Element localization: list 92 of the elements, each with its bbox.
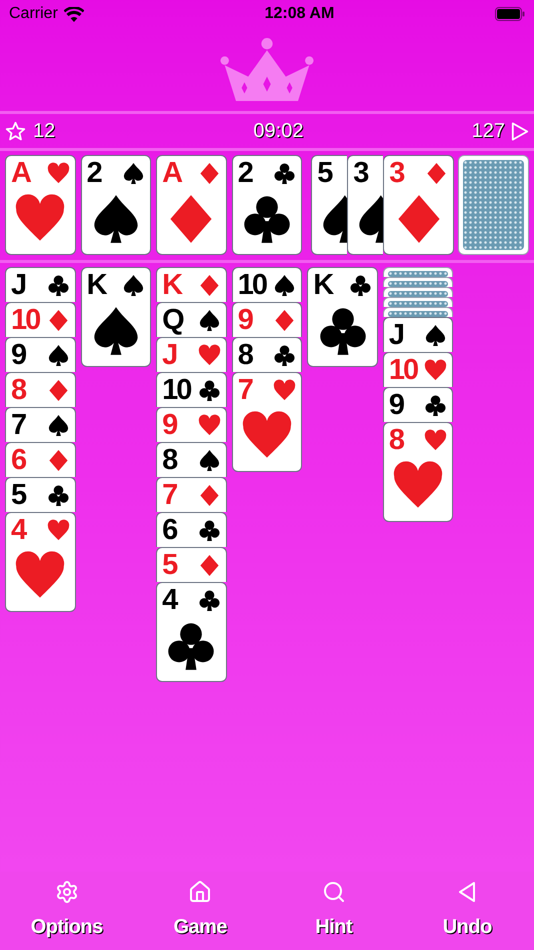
card-rank: 3 [389, 157, 404, 189]
playing-card[interactable]: 9 [232, 302, 302, 337]
playing-card[interactable]: 10 [156, 372, 227, 407]
card-rank: 7 [162, 479, 176, 511]
settings-icon [54, 880, 79, 904]
toolbar-button[interactable]: Hint [267, 872, 400, 950]
card-rank: 10 [388, 354, 418, 386]
playing-card[interactable]: 9 [156, 407, 227, 442]
playing-card[interactable]: 9 [5, 337, 76, 372]
card-rank: 3 [353, 157, 368, 189]
card-rank: 9 [238, 304, 252, 336]
card-rank: 5 [162, 549, 176, 581]
card-rank: 5 [317, 157, 332, 189]
home-icon [188, 880, 212, 904]
search-icon [322, 880, 346, 904]
playing-card[interactable]: A [156, 155, 227, 255]
card-rank: K [313, 269, 332, 301]
card-rank: 10 [11, 304, 40, 336]
toolbar-button[interactable]: Undo [400, 872, 534, 950]
playing-card[interactable]: 6 [156, 512, 227, 547]
playing-card[interactable]: 7 [156, 477, 227, 512]
card-back[interactable] [382, 277, 454, 287]
card-rank: A [162, 157, 182, 189]
score-value: 12 [33, 119, 56, 144]
playing-card[interactable]: J [156, 337, 227, 372]
card-rank: 2 [238, 157, 252, 189]
playing-card[interactable]: 10 [5, 302, 76, 337]
playing-card[interactable]: 5 [156, 547, 227, 582]
card-rank: 7 [238, 374, 252, 406]
card-rank: 10 [238, 269, 266, 301]
playing-card[interactable]: Q [156, 302, 227, 337]
playing-card[interactable]: K [307, 267, 378, 367]
card-rank: 8 [238, 339, 252, 371]
card-rank: 4 [162, 584, 176, 616]
card-rank: J [388, 319, 403, 351]
playing-card[interactable]: 7 [232, 372, 302, 472]
playing-card[interactable]: 4 [156, 582, 227, 682]
card-rank: 9 [162, 409, 176, 441]
playing-card[interactable]: K [156, 267, 227, 302]
playing-card[interactable]: 2 [80, 155, 152, 255]
battery-icon [494, 7, 525, 21]
playing-card[interactable]: 8 [5, 372, 76, 407]
card-rank: 8 [388, 424, 403, 456]
card-back[interactable] [382, 267, 454, 277]
card-back[interactable] [382, 287, 454, 297]
card-rank: 9 [388, 389, 403, 421]
playing-card[interactable]: 9 [382, 387, 454, 422]
playing-card[interactable]: A [5, 155, 76, 255]
playing-card[interactable]: 5 [311, 155, 348, 255]
playing-card[interactable]: 10 [232, 267, 302, 302]
card-rank: 5 [11, 479, 26, 511]
playing-card[interactable]: 8 [232, 337, 302, 372]
playing-card[interactable]: 3 [347, 155, 384, 255]
star-icon [5, 120, 26, 142]
playing-card[interactable]: 10 [382, 352, 454, 387]
toolbar-button[interactable]: Game [134, 872, 267, 950]
card-rank: 9 [11, 339, 26, 371]
carrier-label: Carrier [9, 4, 58, 24]
moves-value: 127 [472, 119, 505, 144]
card-rank: 6 [11, 444, 26, 476]
card-rank: Q [162, 304, 183, 336]
playing-card[interactable]: 7 [5, 407, 76, 442]
playing-card[interactable]: J [5, 267, 76, 302]
playing-card[interactable]: 2 [232, 155, 302, 255]
card-back[interactable] [382, 307, 454, 317]
playing-card[interactable]: K [80, 267, 152, 367]
timer-value: 09:02 [253, 119, 304, 144]
toolbar-button[interactable]: Options [0, 872, 134, 950]
card-back[interactable] [382, 297, 454, 307]
playing-card[interactable]: 6 [5, 442, 76, 477]
playing-card[interactable]: J [382, 317, 454, 352]
card-rank: K [86, 269, 106, 301]
card-rank: K [162, 269, 182, 301]
playing-card[interactable]: 3 [383, 155, 454, 255]
card-rank: J [162, 339, 176, 371]
card-rank: 7 [11, 409, 26, 441]
card-rank: 8 [11, 374, 26, 406]
card-rank: 4 [11, 514, 26, 546]
card-rank: 6 [162, 514, 176, 546]
card-rank: 10 [162, 374, 190, 406]
playing-card[interactable]: 8 [382, 422, 454, 522]
card-back[interactable] [458, 155, 529, 255]
card-rank: J [11, 269, 26, 301]
wifi-icon [64, 6, 84, 22]
card-rank: 8 [162, 444, 176, 476]
playing-card[interactable]: 8 [156, 442, 227, 477]
card-rank: 2 [86, 157, 101, 189]
playing-card[interactable]: 4 [5, 512, 76, 612]
playing-card[interactable]: 5 [5, 477, 76, 512]
clock-time: 12:08 AM [264, 4, 334, 24]
card-rank: A [11, 157, 30, 189]
play-icon[interactable] [511, 120, 529, 142]
